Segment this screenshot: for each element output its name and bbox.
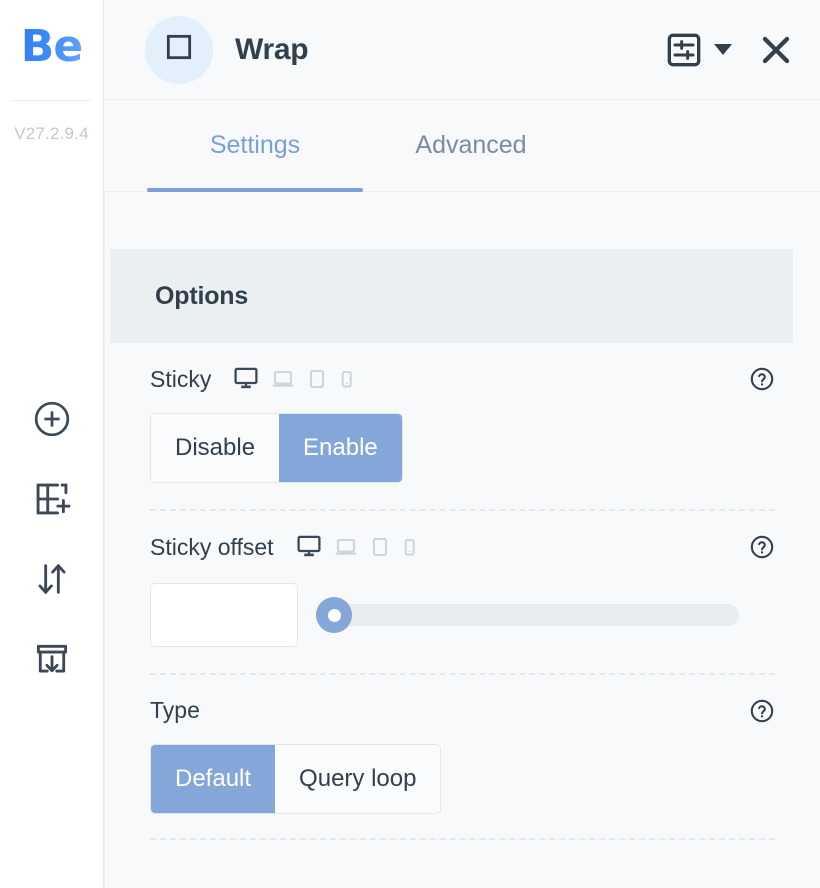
field-sticky-offset: Sticky offset [105, 511, 820, 647]
add-circle-icon[interactable] [25, 392, 79, 446]
tab-settings[interactable]: Settings [147, 100, 363, 192]
sticky-offset-slider[interactable] [316, 597, 739, 633]
app-logo-text: Be [20, 21, 83, 72]
sticky-option-enable[interactable]: Enable [279, 414, 402, 482]
import-box-icon[interactable] [25, 632, 79, 686]
sticky-toggle-group: Disable Enable [150, 413, 403, 483]
rail-icon-group [0, 392, 103, 686]
mobile-icon[interactable] [402, 535, 417, 559]
type-option-default[interactable]: Default [151, 745, 276, 813]
field-type-label: Type [150, 697, 200, 723]
mobile-icon[interactable] [339, 367, 354, 391]
sticky-option-disable[interactable]: Disable [151, 414, 280, 482]
type-option-query-loop[interactable]: Query loop [275, 745, 441, 813]
desktop-icon[interactable] [233, 365, 259, 391]
laptop-icon[interactable] [334, 535, 358, 559]
rail-divider [12, 100, 91, 101]
device-selector-offset [296, 533, 417, 561]
tab-advanced[interactable]: Advanced [363, 100, 579, 191]
version-label: V27.2.9.4 [14, 124, 89, 143]
slider-thumb[interactable] [316, 597, 352, 633]
help-circle-icon[interactable] [749, 698, 775, 724]
caret-down-icon[interactable] [714, 44, 732, 55]
options-section-header: Options [110, 249, 793, 343]
field-sticky-offset-label: Sticky offset [150, 533, 274, 560]
element-type-badge [145, 15, 213, 84]
add-layout-icon[interactable] [25, 472, 79, 526]
sticky-offset-control [150, 583, 775, 647]
square-icon [163, 31, 195, 68]
tablet-icon[interactable] [307, 367, 327, 391]
laptop-icon[interactable] [271, 367, 295, 391]
close-icon[interactable] [756, 30, 796, 70]
page-title: Wrap [235, 32, 309, 66]
field-sticky-header: Sticky [150, 343, 775, 393]
slider-track [328, 604, 739, 626]
plugin-panel-window: Be V27.2.9.4 Wrap Settings Advanced Opti… [0, 0, 820, 888]
settings-panel: Wrap Settings Advanced Options Sticky Di… [104, 0, 820, 888]
field-type: Type Default Query loop [105, 675, 820, 814]
sort-arrows-icon[interactable] [25, 552, 79, 606]
divider-3 [150, 838, 775, 840]
help-circle-icon[interactable] [749, 366, 775, 392]
panel-header: Wrap [104, 0, 820, 100]
type-toggle-group: Default Query loop [150, 744, 442, 814]
tab-bar: Settings Advanced [104, 100, 820, 192]
field-type-header: Type [150, 675, 775, 724]
panel-body: Options Sticky Disable Enable Sticky off… [104, 192, 820, 888]
desktop-icon[interactable] [296, 533, 322, 559]
sliders-icon[interactable] [664, 30, 704, 70]
left-rail: Be V27.2.9.4 [0, 0, 104, 888]
field-sticky: Sticky Disable Enable [105, 343, 820, 483]
sticky-offset-input[interactable] [150, 583, 298, 647]
options-title: Options [155, 281, 249, 310]
app-logo[interactable]: Be [0, 0, 103, 100]
help-circle-icon[interactable] [749, 534, 775, 560]
header-actions [664, 30, 796, 70]
tablet-icon[interactable] [370, 535, 390, 559]
field-sticky-offset-header: Sticky offset [150, 511, 775, 561]
device-selector-sticky [233, 365, 354, 393]
field-sticky-label: Sticky [150, 365, 212, 392]
